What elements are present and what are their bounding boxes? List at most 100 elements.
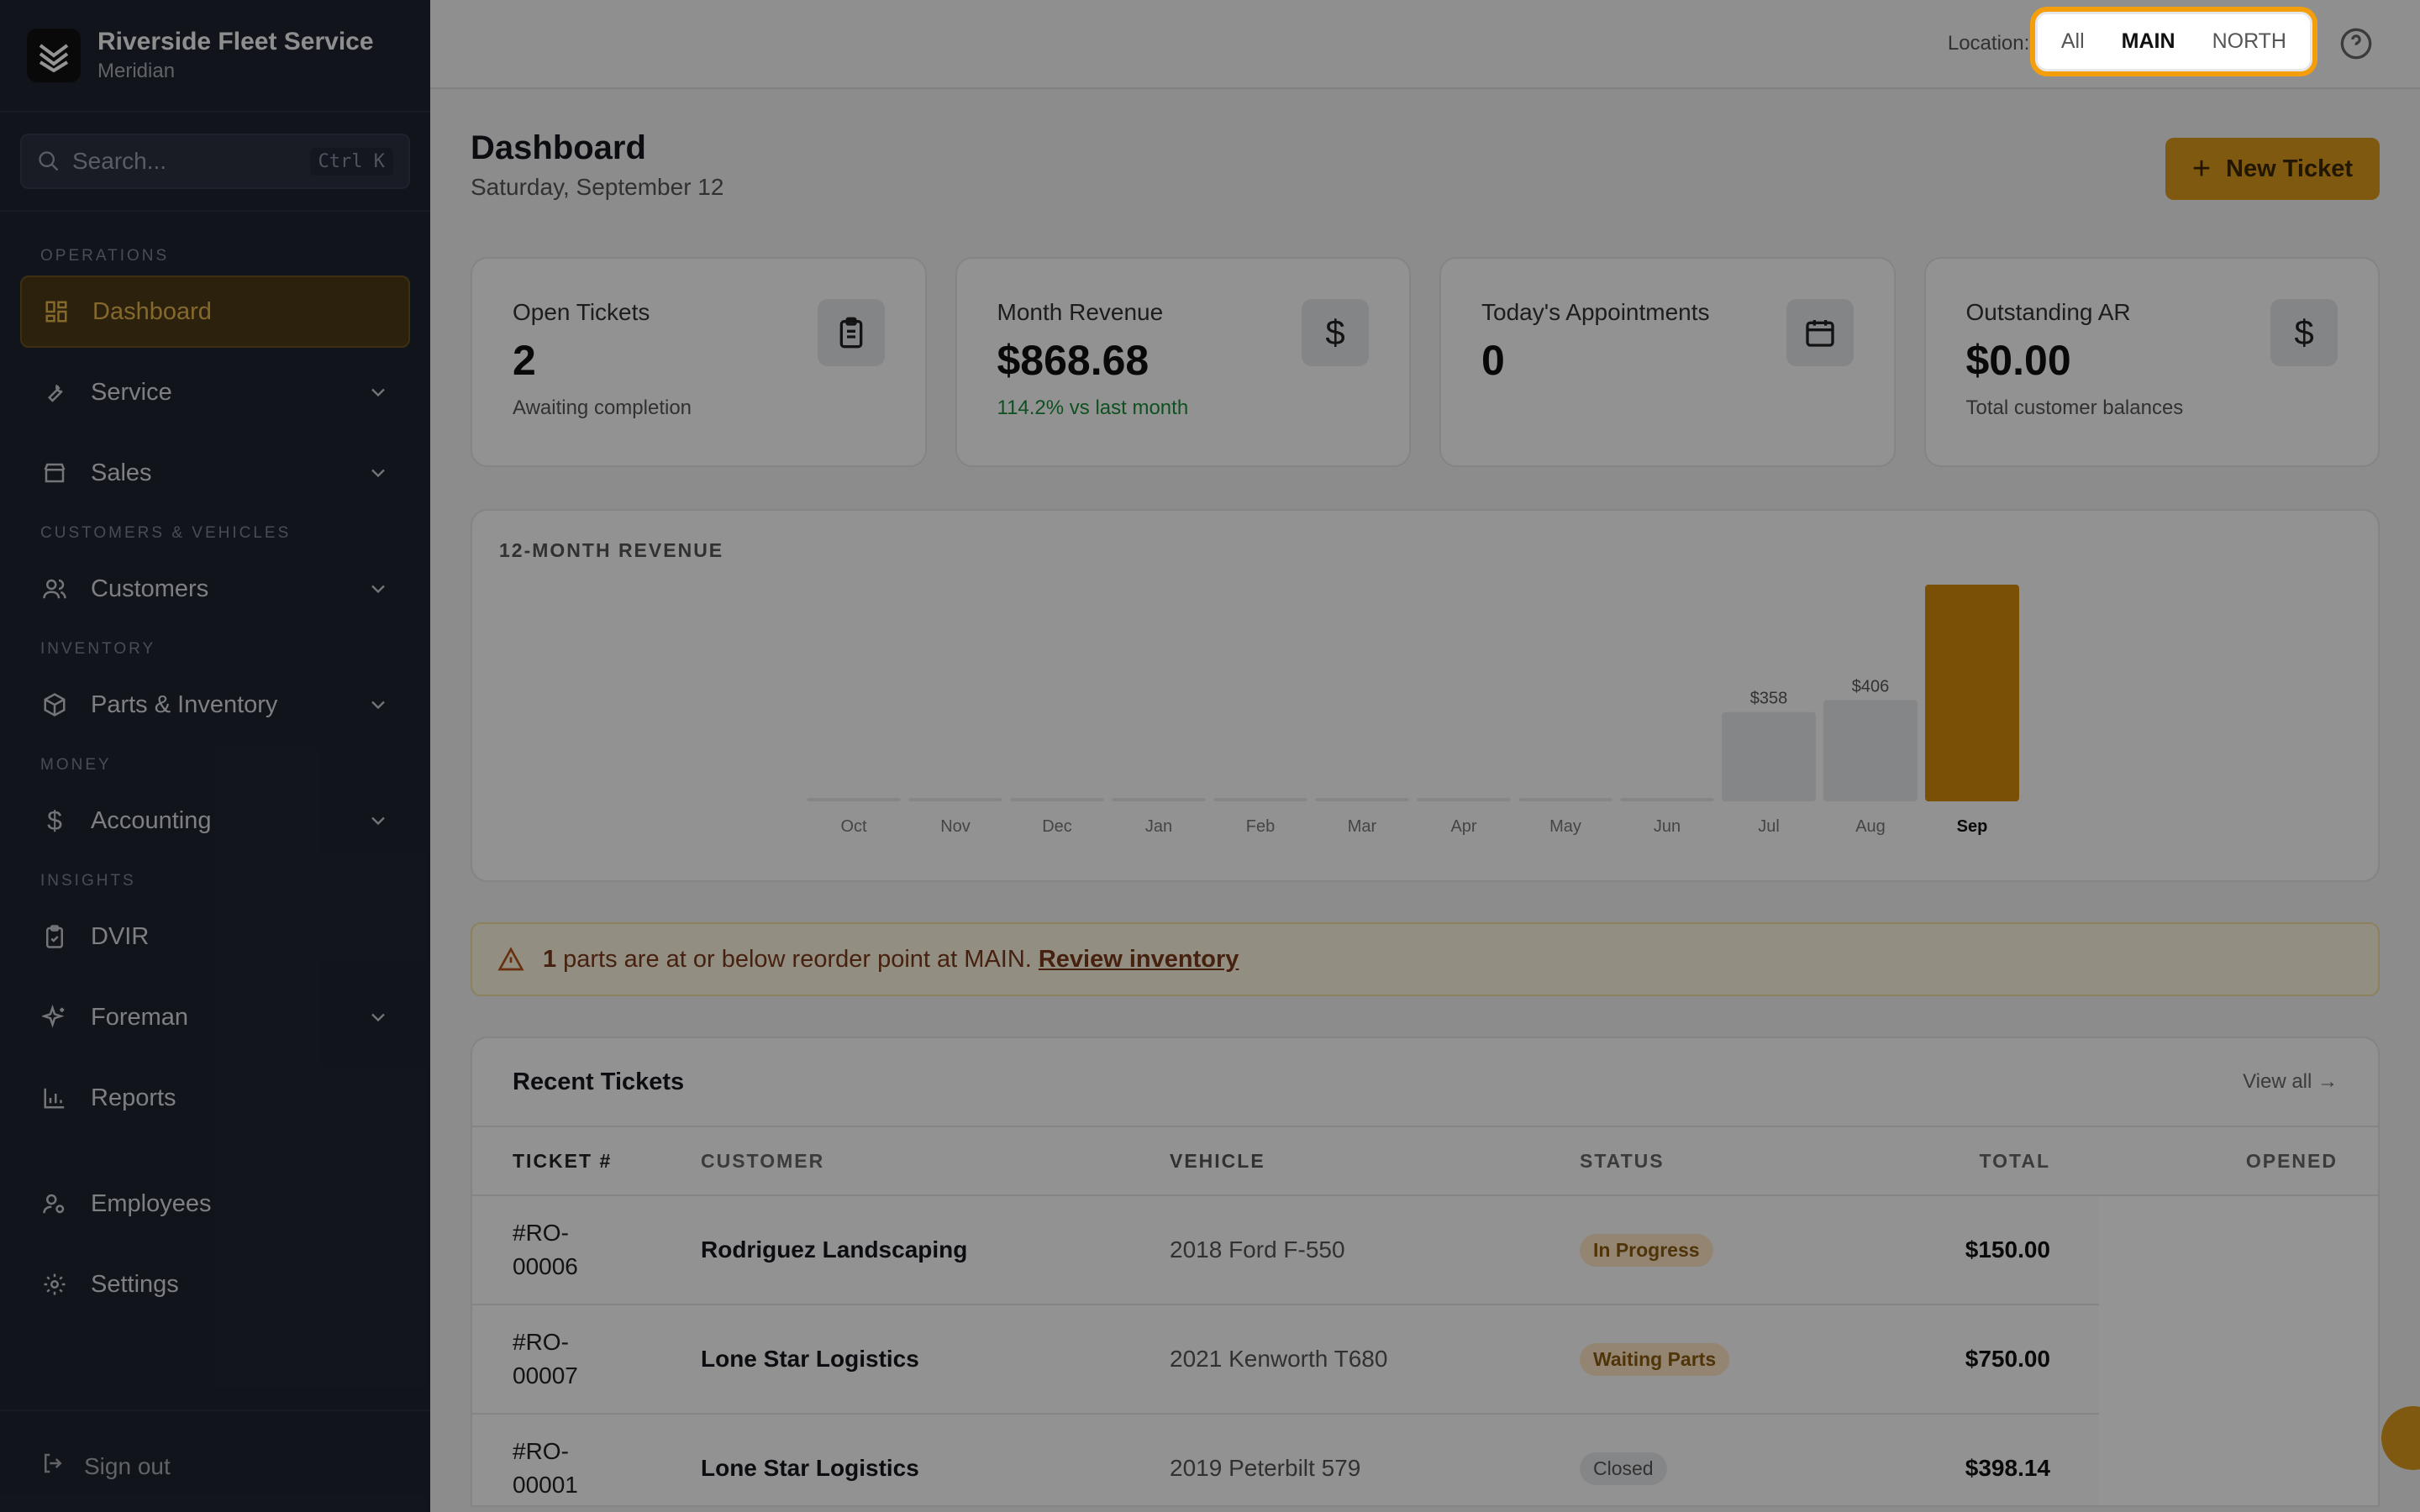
signout-label: Sign out <box>84 1452 171 1479</box>
clipboard-check-icon <box>40 922 69 951</box>
ticket-prefix: #RO- <box>513 1220 569 1246</box>
col-opened[interactable]: OPENED <box>2050 1150 2338 1173</box>
ticket-status: Waiting Parts <box>1580 1342 1832 1376</box>
alert-text: parts are at or below reorder point at M… <box>563 945 1032 973</box>
chart-bar-jun[interactable] <box>1620 798 1714 801</box>
location-toggle: All MAIN NORTH <box>2034 12 2312 71</box>
sidebar-item-label: Employees <box>91 1189 212 1217</box>
chevron-down-icon <box>371 469 385 478</box>
ticket-status: Closed <box>1580 1452 1832 1485</box>
review-inventory-link[interactable]: Review inventory <box>1039 946 1239 974</box>
chart-bar-feb[interactable] <box>1213 798 1307 801</box>
sidebar-item-accounting[interactable]: $ Accounting <box>20 785 410 857</box>
sidebar-item-foreman[interactable]: Foreman <box>20 981 410 1053</box>
ticket-vehicle: 2019 Peterbilt 579 <box>1170 1455 1361 1481</box>
chart-bar-may[interactable] <box>1518 798 1612 801</box>
stat-sub: Awaiting completion <box>513 396 692 419</box>
sidebar: Riverside Fleet Service Meridian Search.… <box>0 0 430 1512</box>
dollar-icon: $ <box>2270 299 2338 366</box>
col-ticket[interactable]: TICKET # <box>513 1144 701 1178</box>
chart-tick-label: Sep <box>1957 817 1988 836</box>
sidebar-item-label: Reports <box>91 1084 176 1111</box>
chart-bar-jan[interactable] <box>1112 798 1206 801</box>
signout-button[interactable]: Sign out <box>40 1451 171 1482</box>
sidebar-item-label: Customers <box>91 575 209 602</box>
col-status[interactable]: STATUS <box>1580 1150 1832 1173</box>
status-badge: Waiting Parts <box>1580 1342 1730 1376</box>
section-customers-vehicles: CUSTOMERS & VEHICLES <box>40 524 292 542</box>
ticket-status: In Progress <box>1580 1233 1832 1267</box>
chart-bar-sep[interactable] <box>1925 585 2019 801</box>
chart-tick-label: Dec <box>1042 817 1072 836</box>
sidebar-item-employees[interactable]: Employees <box>20 1168 410 1240</box>
chevron-down-icon <box>371 388 385 397</box>
chart-tick-label: Mar <box>1348 817 1377 836</box>
dashboard-body: Dashboard Saturday, September 12 + New T… <box>430 89 2420 1507</box>
stat-outstanding-ar[interactable]: Outstanding AR $0.00 Total customer bala… <box>1923 257 2380 467</box>
chart-bar-apr[interactable] <box>1417 798 1511 801</box>
sidebar-item-label: Parts & Inventory <box>91 690 278 718</box>
chevron-down-icon <box>371 585 385 594</box>
chart-bar-jul[interactable] <box>1722 711 1816 801</box>
bar-chart-icon <box>40 1084 69 1112</box>
revenue-chart: Oct Nov Dec Jan Feb Mar Apr May Jun Jul $358 Aug $40… <box>807 585 2019 836</box>
stats-row: Open Tickets 2 Awaiting completion Month… <box>471 257 2380 467</box>
new-ticket-button[interactable]: + New Ticket <box>2165 138 2380 200</box>
logout-icon <box>40 1451 66 1482</box>
table-row[interactable]: #RO- 00007 Lone Star Logistics 2021 Kenwo… <box>472 1305 2378 1415</box>
view-all-link[interactable]: View all → <box>2243 1070 2338 1094</box>
chart-bar-nov[interactable] <box>908 798 1002 801</box>
stat-sub: 114.2% vs last month <box>997 396 1189 419</box>
chart-bar-oct[interactable] <box>807 798 901 801</box>
col-total[interactable]: TOTAL <box>1832 1150 2050 1173</box>
ticket-prefix: #RO- <box>513 1438 569 1464</box>
location-option-north[interactable]: NORTH <box>2194 19 2305 64</box>
sidebar-item-sales[interactable]: Sales <box>20 437 410 509</box>
table-row[interactable]: #RO- 00006 Rodriguez Landscaping 2018 For… <box>472 1196 2378 1305</box>
stat-open-tickets[interactable]: Open Tickets 2 Awaiting completion <box>471 257 927 467</box>
recent-tickets-header: Recent Tickets View all → <box>472 1038 2378 1127</box>
ticket-total: $398.14 <box>1965 1455 2050 1481</box>
ticket-total: $150.00 <box>1965 1236 2050 1263</box>
stat-month-revenue[interactable]: Month Revenue $868.68 114.2% vs last mon… <box>955 257 1411 467</box>
location-option-main[interactable]: MAIN <box>2102 19 2194 64</box>
chart-bar-mar[interactable] <box>1315 798 1409 801</box>
sidebar-item-parts-inventory[interactable]: Parts & Inventory <box>20 669 410 741</box>
search-input[interactable]: Search... Ctrl K <box>20 134 410 189</box>
brand[interactable]: Riverside Fleet Service Meridian <box>0 0 430 113</box>
sidebar-item-service[interactable]: Service <box>20 356 410 428</box>
chart-bar-dec[interactable] <box>1010 798 1104 801</box>
chart-bar-aug[interactable] <box>1823 700 1918 801</box>
brand-name: Riverside Fleet Service <box>97 28 374 55</box>
sidebar-item-dvir[interactable]: DVIR <box>20 900 410 973</box>
ticket-customer: Lone Star Logistics <box>701 1455 919 1481</box>
ticket-id: 00001 <box>513 1472 578 1498</box>
chart-data-label: $358 <box>1750 690 1788 708</box>
stat-today-appointments[interactable]: Today's Appointments 0 <box>1439 257 1896 467</box>
help-icon[interactable] <box>2339 27 2373 60</box>
ticket-number: #RO- 00007 <box>513 1326 701 1393</box>
sidebar-item-reports[interactable]: Reports <box>20 1062 410 1134</box>
table-row[interactable]: #RO- 00001 Lone Star Logistics 2019 Peter… <box>472 1415 2378 1505</box>
sidebar-item-dashboard[interactable]: Dashboard <box>20 276 410 348</box>
sidebar-item-customers[interactable]: Customers <box>20 553 410 625</box>
reorder-alert: 1 parts are at or below reorder point at… <box>471 922 2380 996</box>
sidebar-nav: OPERATIONS Dashboard Service Sales CUSTO… <box>0 212 430 1320</box>
user-cog-icon <box>40 1189 69 1218</box>
dollar-icon: $ <box>1302 299 1369 366</box>
col-customer[interactable]: CUSTOMER <box>701 1150 1170 1173</box>
ticket-id: 00007 <box>513 1362 578 1389</box>
location-option-all[interactable]: All <box>2043 19 2103 64</box>
new-ticket-label: New Ticket <box>2226 155 2353 182</box>
col-vehicle[interactable]: VEHICLE <box>1170 1150 1580 1173</box>
main-content: Location: AllMAINNORTH Dashboard Saturda… <box>430 0 2420 1512</box>
brand-subtitle: Meridian <box>97 60 176 82</box>
section-inventory: INVENTORY <box>40 640 156 658</box>
recent-tickets-title: Recent Tickets <box>513 1068 685 1095</box>
sidebar-item-label: Dashboard <box>92 297 212 325</box>
chart-data-label: $406 <box>1852 677 1890 696</box>
sidebar-item-settings[interactable]: Settings <box>20 1248 410 1320</box>
search-icon <box>39 151 59 171</box>
store-icon <box>40 459 69 487</box>
clipboard-icon <box>817 299 885 366</box>
